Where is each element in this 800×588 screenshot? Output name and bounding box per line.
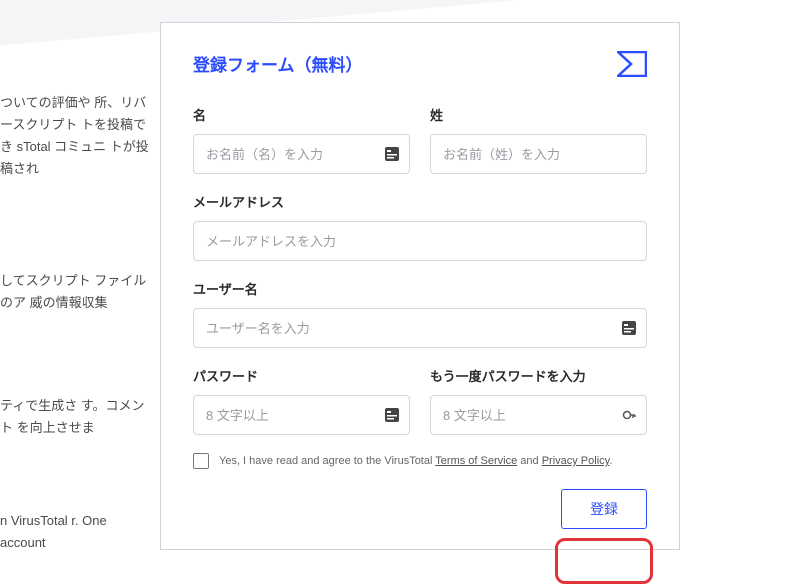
last-name-label: 姓 <box>430 105 647 124</box>
agreement-text: Yes, I have read and agree to the VirusT… <box>219 455 612 467</box>
first-name-label: 名 <box>193 105 410 124</box>
username-group: ユーザー名 <box>193 279 647 348</box>
password-confirm-label: もう一度パスワードを入力 <box>430 366 647 385</box>
submit-button[interactable]: 登録 <box>561 489 647 529</box>
password-confirm-input[interactable] <box>430 395 647 435</box>
username-input[interactable] <box>193 308 647 348</box>
last-name-input[interactable] <box>430 134 647 174</box>
last-name-group: 姓 <box>430 105 647 174</box>
tos-link[interactable]: Terms of Service <box>435 455 517 467</box>
signup-modal: 登録フォーム（無料） 名 姓 メールアドレス <box>160 22 680 550</box>
first-name-input[interactable] <box>193 134 410 174</box>
password-confirm-group: もう一度パスワードを入力 <box>430 366 647 435</box>
background-text-3: ティで生成さ す。コメント を向上させま <box>0 395 150 439</box>
email-group: メールアドレス <box>193 192 647 261</box>
first-name-group: 名 <box>193 105 410 174</box>
background-text-4: n VirusTotal r. One account <box>0 510 150 554</box>
agreement-mid: and <box>517 455 541 467</box>
password-label: パスワード <box>193 366 410 385</box>
agreement-suffix: . <box>609 455 612 467</box>
privacy-link[interactable]: Privacy Policy <box>542 455 610 467</box>
password-group: パスワード <box>193 366 410 435</box>
email-input[interactable] <box>193 221 647 261</box>
agreement-row: Yes, I have read and agree to the VirusT… <box>193 453 647 469</box>
email-label: メールアドレス <box>193 192 647 211</box>
modal-title: 登録フォーム（無料） <box>193 51 363 76</box>
username-label: ユーザー名 <box>193 279 647 298</box>
password-input[interactable] <box>193 395 410 435</box>
background-text-2: してスクリプト ファイルのア 威の情報収集 <box>0 270 150 314</box>
actions-row: 登録 <box>193 489 647 529</box>
virustotal-logo-icon <box>617 51 647 77</box>
agreement-checkbox[interactable] <box>193 453 209 469</box>
modal-header: 登録フォーム（無料） <box>193 51 647 77</box>
background-text-1: ついての評価や 所、リバースクリプト トを投稿でき sTotal コミュニ トが… <box>0 92 150 180</box>
agreement-prefix: Yes, I have read and agree to the VirusT… <box>219 455 435 467</box>
